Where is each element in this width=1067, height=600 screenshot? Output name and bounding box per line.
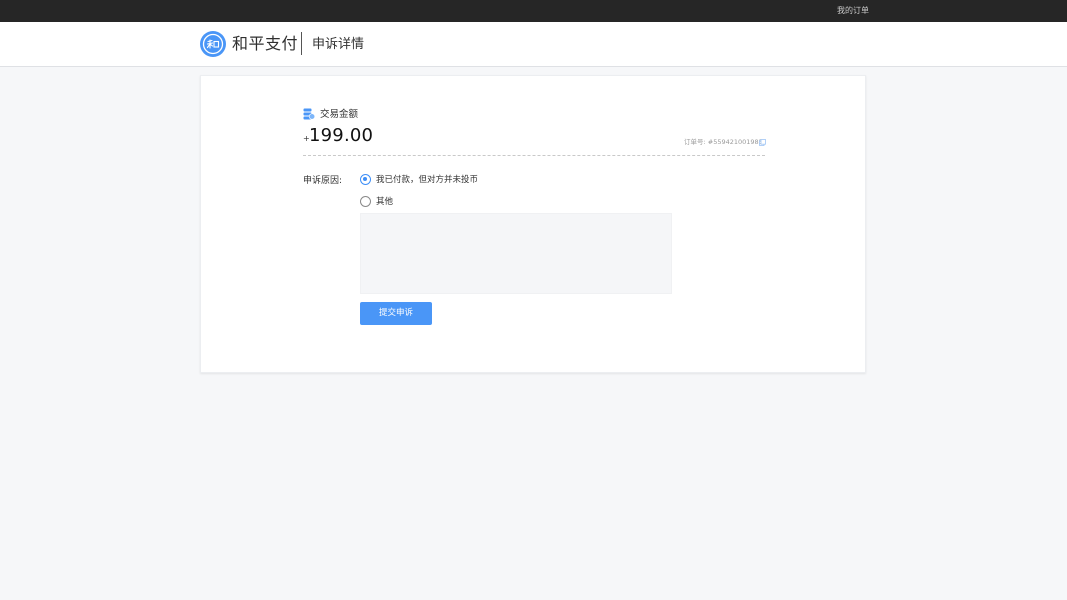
amount-value: 199.00	[309, 125, 374, 146]
peace-pay-logo-icon[interactable]	[200, 31, 226, 57]
appeal-reason-label: 申诉原因:	[303, 176, 343, 186]
header: 和平支付 申诉详情	[0, 22, 1067, 67]
copy-icon[interactable]	[759, 139, 766, 146]
amount-label: 交易金额	[320, 109, 359, 120]
order-number: 订单号: #559421001985	[684, 138, 763, 146]
my-orders-link[interactable]: 我的订单	[837, 5, 869, 17]
top-bar: 我的订单	[0, 0, 1067, 22]
coins-icon	[303, 108, 315, 120]
divider-dashed	[303, 155, 765, 156]
header-divider	[301, 32, 302, 55]
reason-textarea[interactable]	[360, 213, 672, 294]
reason-radio-other[interactable]	[360, 196, 371, 207]
reason-radio-paid[interactable]	[360, 174, 371, 185]
brand-name: 和平支付	[232, 34, 299, 53]
appeal-card: 交易金额 + 199.00 订单号: #559421001985 申诉原因: 我…	[200, 75, 866, 373]
submit-appeal-button[interactable]: 提交申诉	[360, 302, 432, 325]
page-title: 申诉详情	[312, 37, 365, 52]
reason-option-other-label[interactable]: 其他	[376, 196, 393, 208]
reason-option-paid-label[interactable]: 我已付款，但对方并未投币	[376, 174, 478, 186]
